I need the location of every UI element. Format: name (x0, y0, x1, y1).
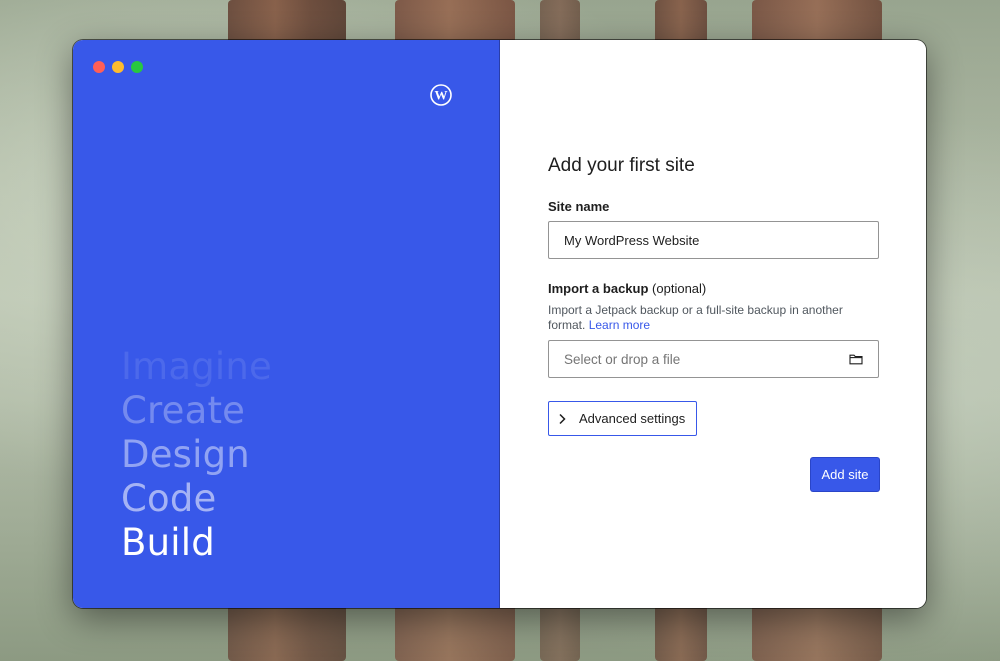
tagline-word: Imagine (121, 345, 273, 388)
tagline-word: Design (121, 433, 250, 476)
wordpress-icon: W (430, 84, 452, 106)
branding-panel: W Imagine Create Design Code Build (73, 40, 500, 608)
app-window: W Imagine Create Design Code Build Add y… (73, 40, 926, 608)
window-controls (93, 61, 143, 73)
close-window-button[interactable] (93, 61, 105, 73)
site-name-label: Site name (548, 199, 610, 214)
import-backup-label-text: Import a backup (548, 281, 649, 296)
import-help-text: Import a Jetpack backup or a full-site b… (548, 303, 879, 333)
folder-icon[interactable] (849, 353, 863, 365)
page-title: Add your first site (548, 155, 695, 176)
advanced-settings-label: Advanced settings (579, 411, 686, 426)
import-backup-label: Import a backup (optional) (548, 281, 879, 296)
add-site-form: Add your first site Site name My WordPre… (548, 155, 879, 436)
form-panel: Add your first site Site name My WordPre… (500, 40, 926, 608)
minimize-window-button[interactable] (112, 61, 124, 73)
tagline-words: Imagine Create Design Code Build (121, 345, 272, 565)
optional-hint: (optional) (652, 281, 707, 296)
tagline-word-active: Build (121, 521, 215, 564)
tagline-word: Code (121, 477, 217, 520)
add-site-button[interactable]: Add site (811, 458, 879, 491)
site-name-input[interactable]: My WordPress Website (548, 221, 879, 259)
svg-text:W: W (435, 88, 448, 103)
backup-file-dropzone[interactable]: Select or drop a file (548, 340, 879, 378)
chevron-right-icon (559, 413, 566, 424)
file-placeholder: Select or drop a file (564, 351, 681, 367)
zoom-window-button[interactable] (131, 61, 143, 73)
tagline-word: Create (121, 389, 246, 432)
learn-more-link[interactable]: Learn more (589, 318, 650, 332)
advanced-settings-button[interactable]: Advanced settings (548, 401, 697, 436)
